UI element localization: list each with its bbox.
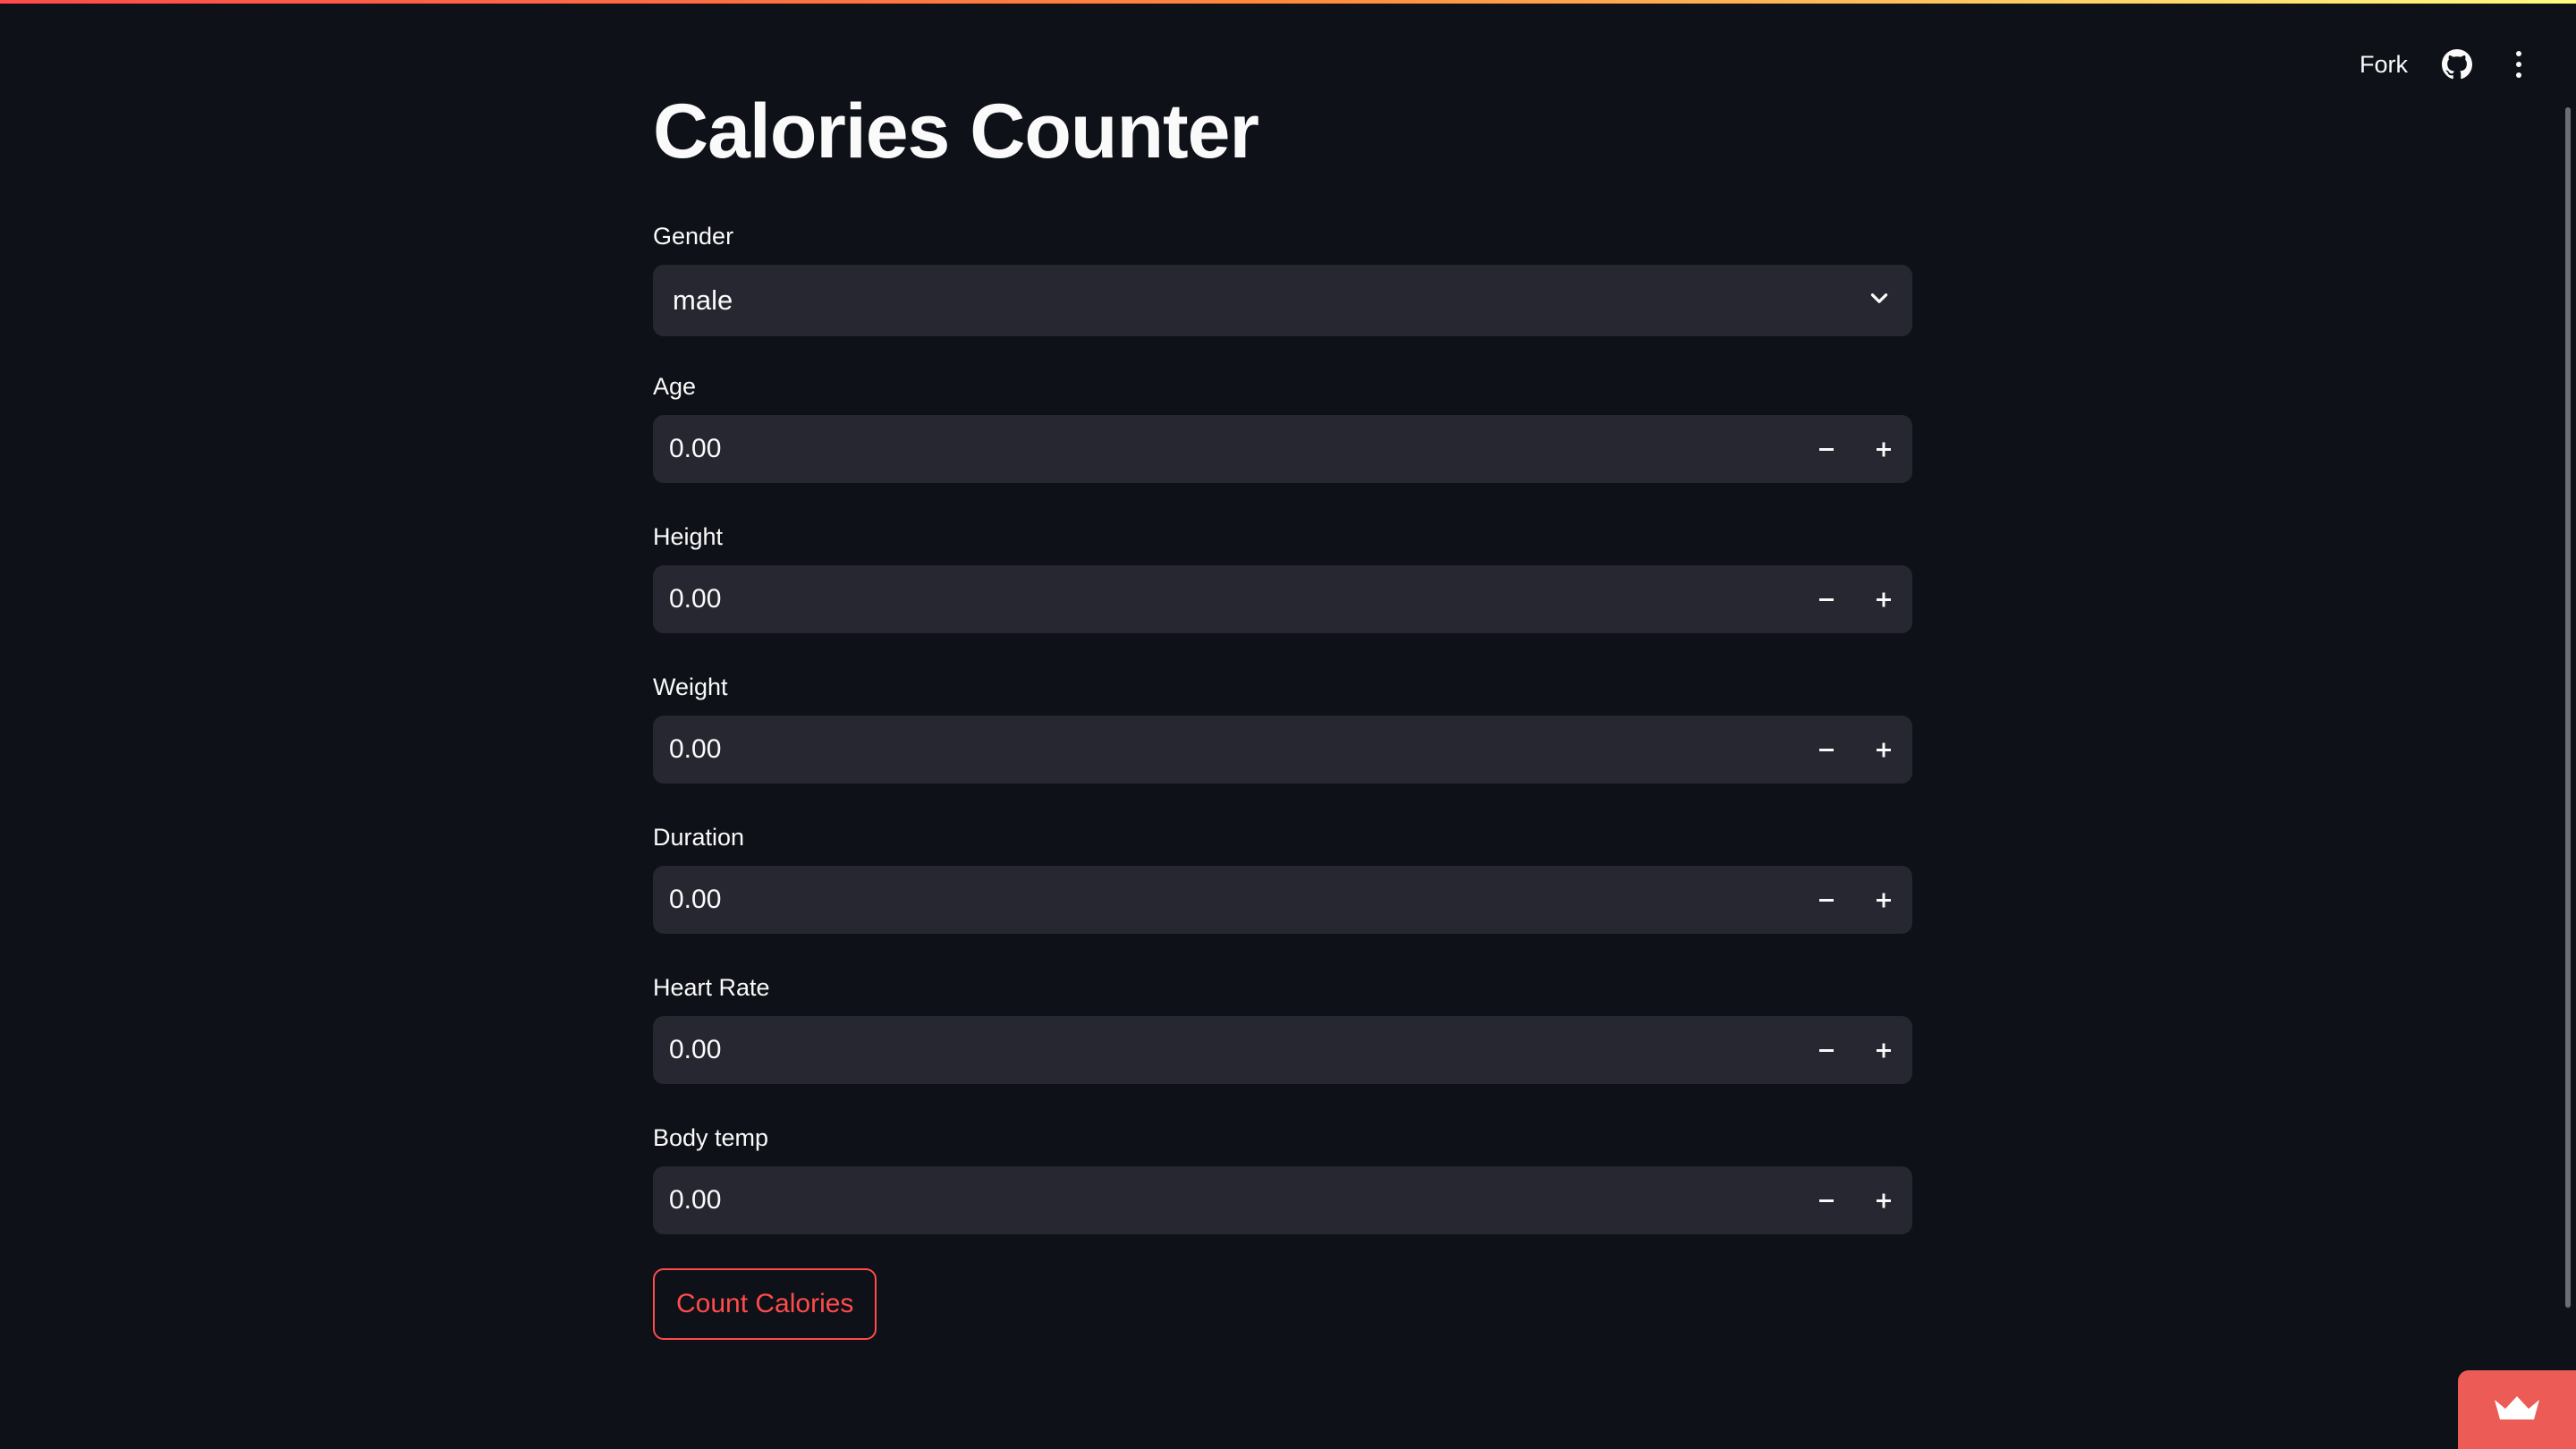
weight-input[interactable] — [669, 734, 1798, 765]
heart-rate-decrement-button[interactable] — [1798, 1016, 1855, 1084]
more-vertical-icon[interactable] — [2508, 47, 2529, 82]
weight-number-box — [653, 716, 1912, 784]
chevron-down-icon — [1868, 287, 1891, 315]
age-input[interactable] — [669, 434, 1798, 464]
heart-rate-increment-button[interactable] — [1855, 1016, 1912, 1084]
height-field: Height — [653, 521, 1912, 633]
body-temp-decrement-button[interactable] — [1798, 1166, 1855, 1234]
age-field: Age — [653, 370, 1912, 483]
scrollbar[interactable] — [2565, 107, 2571, 1308]
gender-select[interactable]: male — [653, 265, 1912, 336]
weight-decrement-button[interactable] — [1798, 716, 1855, 784]
duration-increment-button[interactable] — [1855, 866, 1912, 934]
weight-label: Weight — [653, 674, 728, 700]
weight-field: Weight — [653, 671, 1912, 784]
streamlit-badge[interactable] — [2458, 1370, 2576, 1449]
gender-label: Gender — [653, 223, 734, 250]
weight-increment-button[interactable] — [1855, 716, 1912, 784]
age-number-box — [653, 415, 1912, 483]
height-decrement-button[interactable] — [1798, 565, 1855, 633]
top-decoration-bar — [0, 0, 2576, 4]
duration-input[interactable] — [669, 885, 1798, 915]
page-title: Calories Counter — [653, 89, 1259, 174]
duration-label: Duration — [653, 824, 745, 851]
heart-rate-number-box — [653, 1016, 1912, 1084]
crown-icon — [2493, 1393, 2541, 1428]
height-input[interactable] — [669, 584, 1798, 614]
height-number-box — [653, 565, 1912, 633]
duration-number-box — [653, 866, 1912, 934]
heart-rate-label: Heart Rate — [653, 974, 770, 1001]
age-increment-button[interactable] — [1855, 415, 1912, 483]
body-temp-number-box — [653, 1166, 1912, 1234]
gender-select-value: male — [673, 284, 733, 316]
body-temp-label: Body temp — [653, 1124, 769, 1151]
age-decrement-button[interactable] — [1798, 415, 1855, 483]
heart-rate-input[interactable] — [669, 1035, 1798, 1065]
github-icon[interactable] — [2440, 47, 2474, 81]
duration-decrement-button[interactable] — [1798, 866, 1855, 934]
body-temp-increment-button[interactable] — [1855, 1166, 1912, 1234]
duration-field: Duration — [653, 821, 1912, 934]
height-increment-button[interactable] — [1855, 565, 1912, 633]
height-label: Height — [653, 523, 724, 550]
age-label: Age — [653, 373, 697, 400]
fork-link[interactable]: Fork — [2360, 51, 2408, 79]
body-temp-input[interactable] — [669, 1185, 1798, 1216]
app-toolbar: Fork — [2360, 41, 2529, 88]
body-temp-field: Body temp — [653, 1122, 1912, 1234]
heart-rate-field: Heart Rate — [653, 971, 1912, 1084]
count-calories-button[interactable]: Count Calories — [653, 1268, 877, 1340]
gender-field: Gender male — [653, 220, 1912, 336]
